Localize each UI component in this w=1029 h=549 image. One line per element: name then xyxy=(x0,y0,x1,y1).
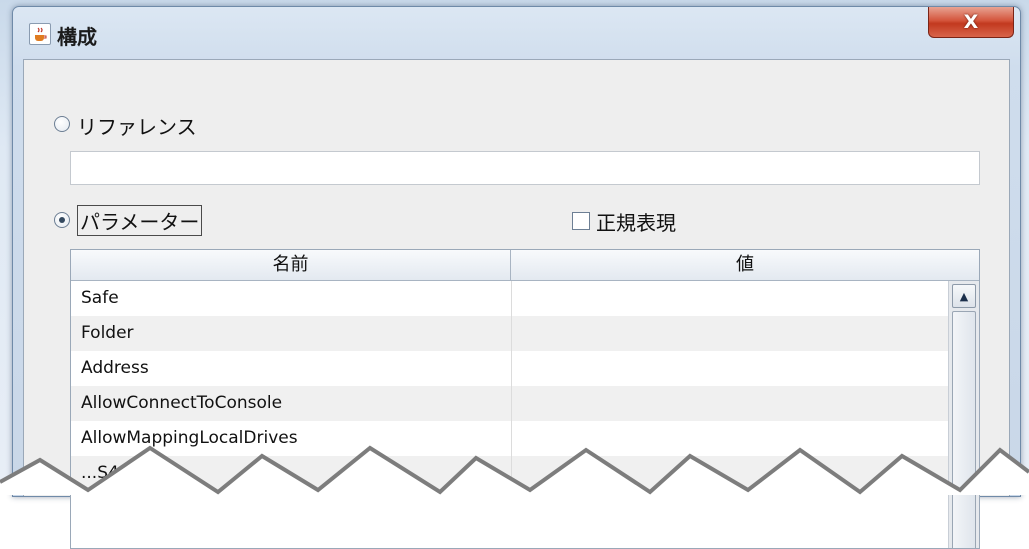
reference-input[interactable] xyxy=(70,151,980,185)
column-divider xyxy=(511,281,512,316)
radio-selected-dot xyxy=(59,217,65,223)
parameter-radio[interactable] xyxy=(54,212,70,228)
parameter-table: 名前 値 Safe Folder Address AllowConnectToC… xyxy=(70,249,980,549)
table-header: 名前 値 xyxy=(71,250,979,281)
title-bar[interactable]: 構成 X xyxy=(13,7,1020,57)
column-header-name[interactable]: 名前 xyxy=(71,250,511,280)
table-row[interactable]: Address xyxy=(71,351,949,386)
vertical-scrollbar[interactable]: ▲ xyxy=(948,281,979,548)
torn-edge-decoration xyxy=(0,445,1029,495)
table-row[interactable]: Folder xyxy=(71,316,949,351)
close-button[interactable]: X xyxy=(928,7,1014,38)
row-name-cell: Safe xyxy=(81,288,119,308)
arrow-up-icon: ▲ xyxy=(959,289,969,303)
parameter-label: パラメーター xyxy=(77,205,203,236)
row-name-cell: Address xyxy=(81,358,149,378)
java-cup-icon xyxy=(29,23,51,45)
column-divider xyxy=(511,386,512,421)
regex-checkbox[interactable] xyxy=(572,212,590,230)
row-name-cell: AllowConnectToConsole xyxy=(81,393,283,413)
reference-radio[interactable] xyxy=(54,116,70,132)
row-name-cell: Folder xyxy=(81,323,134,343)
column-header-value[interactable]: 値 xyxy=(511,250,979,280)
close-icon: X xyxy=(963,11,979,33)
window-title: 構成 xyxy=(57,25,97,49)
regex-label: 正規表現 xyxy=(596,211,676,235)
table-row[interactable]: Safe xyxy=(71,281,949,316)
reference-label: リファレンス xyxy=(77,115,197,139)
column-divider xyxy=(511,316,512,351)
scroll-up-button[interactable]: ▲ xyxy=(952,284,976,308)
column-divider xyxy=(511,351,512,386)
table-row[interactable]: AllowConnectToConsole xyxy=(71,386,949,421)
